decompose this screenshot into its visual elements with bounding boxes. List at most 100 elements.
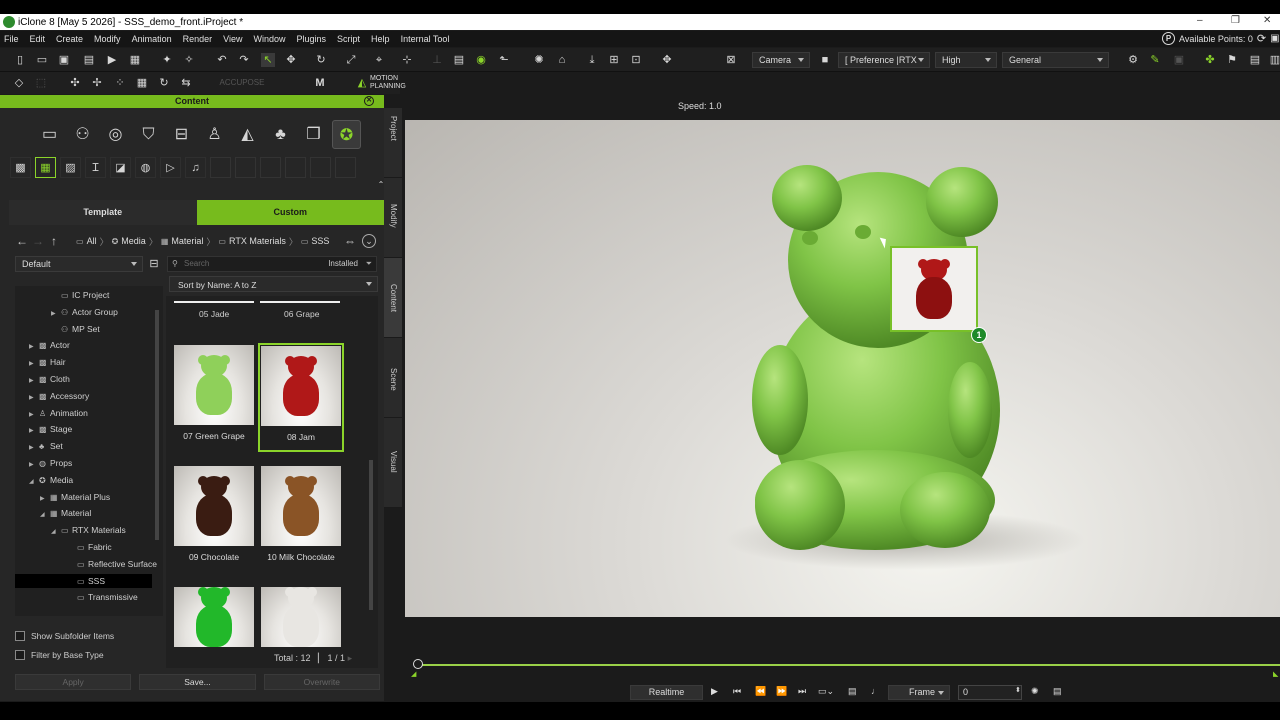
tree-node[interactable]: ▶ ▩ Hair	[29, 355, 66, 369]
start-marker-icon[interactable]: ◢	[411, 670, 416, 678]
menu-internal-tool[interactable]: Internal Tool	[401, 34, 450, 44]
move-tool-icon[interactable]: ✥	[284, 53, 298, 67]
tree-node[interactable]: ▭ SSS	[15, 573, 152, 588]
media-category-icon[interactable]: ✪	[332, 120, 361, 149]
tree-node[interactable]: ▶ ♣ Set	[29, 439, 63, 453]
camera-icon[interactable]: ■	[818, 53, 832, 67]
speed-settings-icon[interactable]: ⊠	[724, 53, 738, 67]
pivot-icon[interactable]: ⌖	[372, 53, 386, 67]
menu-create[interactable]: Create	[56, 34, 83, 44]
settings-gear-icon[interactable]: ✺	[1031, 686, 1039, 697]
expand-arrow-icon[interactable]: ▶	[29, 424, 39, 438]
crumb-rtx-materials[interactable]: RTX Materials	[229, 236, 286, 246]
snap-icon[interactable]: ⊹	[400, 53, 414, 67]
project-category-icon[interactable]: ▭	[35, 120, 64, 149]
menu-script[interactable]: Script	[337, 34, 360, 44]
tool-h-icon[interactable]: ▥	[1268, 53, 1280, 67]
props-category-icon[interactable]: ❒	[299, 120, 328, 149]
scale-tool-icon[interactable]: ⤢	[344, 53, 358, 67]
expand-arrow-icon[interactable]: ▶	[29, 441, 39, 455]
minimize-button[interactable]: –	[1197, 15, 1203, 26]
play-icon[interactable]: ▶	[711, 686, 718, 697]
crumb-sss[interactable]: SSS	[311, 236, 329, 246]
cloth-category-icon[interactable]: ⛉	[134, 120, 163, 149]
expand-arrow-icon[interactable]: ▶	[51, 307, 61, 321]
close-button[interactable]: ✕	[1263, 15, 1271, 26]
sort-dropdown[interactable]: Sort by Name: A to Z	[169, 276, 378, 292]
camera-dropdown[interactable]: Camera	[752, 52, 810, 68]
tree-node[interactable]: ▶ ▩ Stage	[29, 422, 72, 436]
crumb-media[interactable]: Media	[121, 236, 146, 246]
preference-dropdown[interactable]: [ Preference |RTX	[838, 52, 930, 68]
text-icon[interactable]: Ɪ	[85, 157, 106, 178]
globe-icon[interactable]: ◍	[135, 157, 156, 178]
funnel-icon[interactable]: ⏷	[366, 257, 372, 271]
set-category-icon[interactable]: ♣	[266, 120, 295, 149]
new-file-icon[interactable]: ▯	[13, 53, 27, 67]
flag-icon[interactable]: ⚑	[1225, 53, 1239, 67]
expand-arrow-icon[interactable]: ▶	[29, 408, 39, 422]
panel-icon[interactable]: ▣	[1270, 33, 1279, 44]
expand-arrow-icon[interactable]: ◢	[40, 508, 50, 522]
filter-settings-icon[interactable]: ⊟	[147, 257, 161, 271]
show-subfolder-checkbox[interactable]: Show Subfolder Items	[15, 626, 163, 645]
tab-custom[interactable]: Custom	[196, 200, 384, 225]
image-icon[interactable]: ▨	[60, 157, 81, 178]
available-points[interactable]: P Available Points: 0 ⟳ ▣	[1162, 32, 1280, 45]
item-06-label[interactable]: 06 Grape	[284, 309, 319, 319]
motion-planning-label[interactable]: MOTION PLANNING	[370, 75, 430, 91]
timeline-track[interactable]	[418, 664, 1280, 666]
video-icon[interactable]: ▷	[160, 157, 181, 178]
open-folder-icon[interactable]: ▭	[35, 53, 49, 67]
music-note-icon[interactable]: ♩	[871, 686, 880, 696]
tree-node[interactable]: ▭ Transmissive	[67, 590, 138, 604]
material-thumbnail[interactable]: 08 Jam	[258, 343, 344, 452]
layer-icon[interactable]: ▤	[452, 53, 466, 67]
tree-node[interactable]: ▶ ◍ Props	[29, 456, 72, 470]
tool-j-icon[interactable]: ✢	[90, 76, 104, 90]
redo-icon[interactable]: ↷	[237, 53, 251, 67]
page-prev[interactable]: ▏	[318, 653, 325, 663]
menu-help[interactable]: Help	[371, 34, 390, 44]
navigate-icon[interactable]: ✥	[660, 53, 674, 67]
tree-node[interactable]: ▶ ▩ Accessory	[29, 389, 89, 403]
tool-g-icon[interactable]: ▤	[1248, 53, 1262, 67]
speed-label[interactable]: Speed: 1.0	[678, 101, 722, 111]
swap-icon[interactable]: ⇆	[179, 76, 193, 90]
item-05-label[interactable]: 05 Jade	[199, 309, 229, 319]
maximize-button[interactable]: ❐	[1231, 15, 1240, 26]
gradient-icon[interactable]: ◪	[110, 157, 131, 178]
diamond-icon[interactable]: ◇	[12, 76, 26, 90]
material-thumbnail[interactable]: 10 Milk Chocolate	[258, 464, 344, 562]
filter-base-type-checkbox[interactable]: Filter by Base Type	[15, 645, 163, 664]
expand-arrow-icon[interactable]: ▶	[40, 492, 50, 506]
apply-button[interactable]: Apply	[15, 674, 132, 690]
tab-template[interactable]: Template	[9, 200, 197, 225]
tool-k-icon[interactable]: ⁘	[113, 76, 127, 90]
menu-render[interactable]: Render	[183, 34, 213, 44]
visibility-eye-icon[interactable]: ◉	[474, 53, 488, 67]
tree-node[interactable]: ▭ Fabric	[67, 540, 112, 554]
undo-icon[interactable]: ↶	[215, 53, 229, 67]
cycle-icon[interactable]: ↻	[157, 76, 171, 90]
grid-scrollbar[interactable]	[369, 460, 373, 610]
menu-circle-icon[interactable]: ⌄	[362, 234, 376, 248]
expand-arrow-icon[interactable]: ◢	[29, 475, 39, 489]
reset-icon[interactable]: ⬑	[497, 53, 511, 67]
checkbox-box[interactable]	[15, 649, 25, 660]
save-icon[interactable]: ▣	[57, 53, 71, 67]
side-tab-modify[interactable]: Modify	[384, 178, 402, 258]
image-icon[interactable]: ▦	[128, 53, 142, 67]
drop-to-floor-icon[interactable]: ⤓	[585, 53, 599, 67]
m-button[interactable]: M	[310, 76, 330, 90]
tree-node[interactable]: ▶ ♙ Animation	[29, 406, 88, 420]
grid-icon[interactable]: ▦	[135, 76, 149, 90]
accessory-category-icon[interactable]: ⊟	[167, 120, 196, 149]
tree-node[interactable]: ▭ Reflective Surface	[67, 557, 157, 571]
tool-d-icon[interactable]: ✎	[1148, 53, 1162, 67]
side-tab-visual[interactable]: Visual	[384, 418, 402, 508]
frame-unit-dropdown[interactable]: Frame	[888, 685, 950, 700]
tree-node[interactable]: ▭ IC Project	[51, 288, 109, 302]
tool-f-icon[interactable]: ✤	[1203, 53, 1217, 67]
menu-plugins[interactable]: Plugins	[297, 34, 327, 44]
